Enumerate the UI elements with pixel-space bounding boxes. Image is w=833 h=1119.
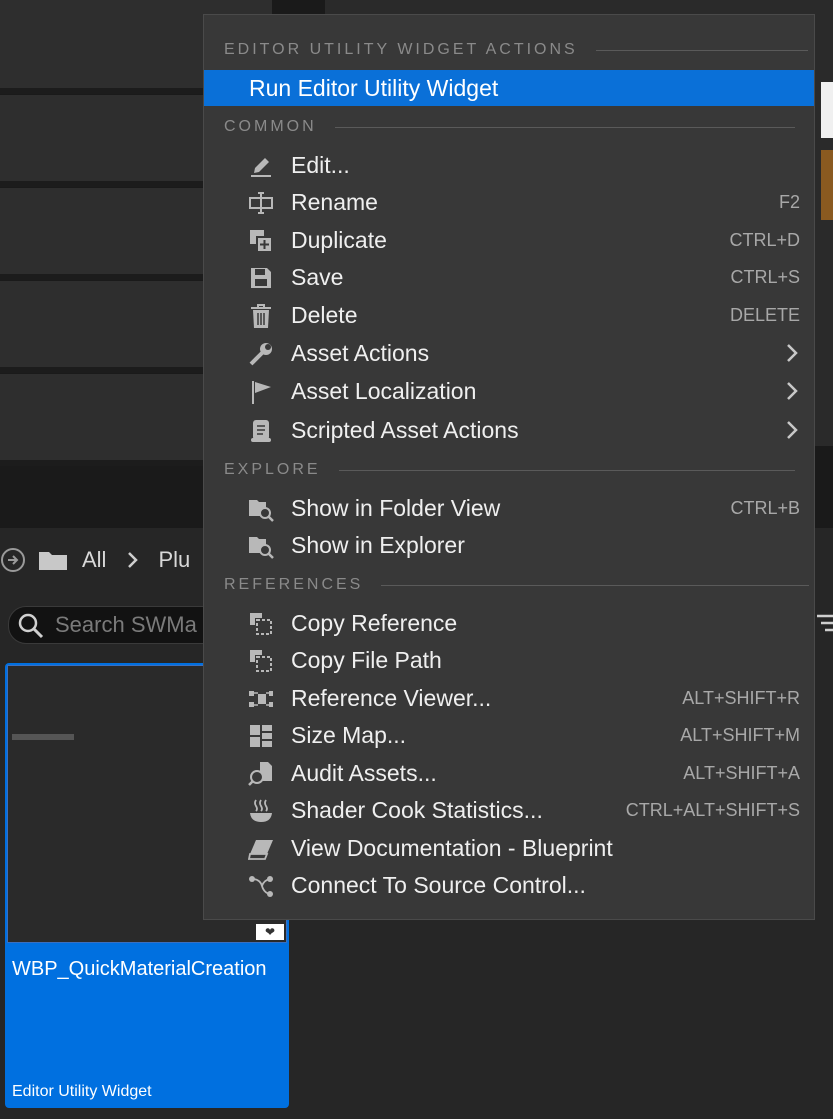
menu-item-shortcut: CTRL+S bbox=[730, 266, 800, 287]
menu-item-copy-file-path[interactable]: Copy File Path bbox=[204, 642, 814, 678]
menu-item-connect-source-control[interactable]: Connect To Source Control... bbox=[204, 867, 814, 903]
breadcrumb-all[interactable]: All bbox=[82, 547, 106, 573]
section-header-references: REFERENCES bbox=[224, 576, 810, 594]
breadcrumb-next[interactable]: Plu bbox=[158, 547, 190, 573]
menu-item-shortcut: CTRL+ALT+SHIFT+S bbox=[625, 799, 800, 820]
section-label: EXPLORE bbox=[224, 461, 321, 478]
menu-item-label: Edit... bbox=[291, 151, 350, 178]
chevron-right-icon[interactable] bbox=[126, 551, 140, 569]
search-icon bbox=[18, 613, 44, 639]
divider bbox=[338, 469, 795, 471]
copy-path-icon bbox=[248, 648, 274, 674]
menu-item-shortcut: CTRL+D bbox=[729, 229, 800, 250]
save-icon bbox=[248, 265, 274, 291]
chevron-right-icon bbox=[787, 344, 798, 362]
source-control-icon bbox=[248, 873, 274, 899]
menu-item-rename[interactable]: Rename F2 bbox=[204, 184, 814, 220]
folder-icon bbox=[39, 552, 67, 570]
menu-item-label: Save bbox=[291, 263, 344, 290]
menu-item-label: View Documentation - Blueprint bbox=[291, 834, 613, 861]
menu-item-label: Run Editor Utility Widget bbox=[249, 74, 499, 101]
asset-type: Editor Utility Widget bbox=[12, 1083, 152, 1100]
asset-name: WBP_QuickMaterialCreation bbox=[12, 958, 267, 980]
menu-item-duplicate[interactable]: Duplicate CTRL+D bbox=[204, 222, 814, 258]
menu-item-edit[interactable]: Edit... bbox=[204, 147, 814, 183]
menu-item-shortcut: CTRL+B bbox=[730, 497, 800, 518]
menu-item-label: Connect To Source Control... bbox=[291, 871, 586, 898]
menu-item-reference-viewer[interactable]: Reference Viewer... ALT+SHIFT+R bbox=[204, 680, 814, 716]
menu-item-label: Copy Reference bbox=[291, 609, 458, 636]
menu-item-label: Audit Assets... bbox=[291, 759, 437, 786]
menu-item-asset-actions[interactable]: Asset Actions bbox=[204, 335, 814, 371]
menu-item-view-documentation[interactable]: View Documentation - Blueprint bbox=[204, 830, 814, 866]
viewport-detail bbox=[821, 150, 833, 220]
divider bbox=[381, 584, 810, 586]
wrench-icon bbox=[248, 341, 274, 367]
menu-item-label: Delete bbox=[291, 301, 358, 328]
reference-viewer-icon bbox=[248, 686, 274, 712]
menu-item-run-editor-utility-widget[interactable]: Run Editor Utility Widget bbox=[204, 70, 814, 106]
menu-item-shortcut: F2 bbox=[778, 191, 800, 212]
section-label: REFERENCES bbox=[224, 576, 364, 593]
menu-item-scripted-asset-actions[interactable]: Scripted Asset Actions bbox=[204, 412, 814, 448]
copy-reference-icon bbox=[248, 611, 274, 637]
section-header-widget-actions: EDITOR UTILITY WIDGET ACTIONS bbox=[224, 41, 808, 59]
menu-item-copy-reference[interactable]: Copy Reference bbox=[204, 605, 814, 641]
menu-item-save[interactable]: Save CTRL+S bbox=[204, 259, 814, 295]
context-menu: EDITOR UTILITY WIDGET ACTIONS Run Editor… bbox=[203, 14, 815, 920]
history-arrow-icon[interactable] bbox=[0, 547, 26, 573]
chevron-right-icon bbox=[787, 421, 798, 439]
trash-icon bbox=[248, 303, 274, 329]
menu-item-shader-cook-statistics[interactable]: Shader Cook Statistics... CTRL+ALT+SHIFT… bbox=[204, 792, 814, 828]
menu-item-label: Asset Localization bbox=[291, 377, 477, 404]
thumbnail-preview bbox=[12, 734, 74, 740]
menu-item-label: Show in Explorer bbox=[291, 531, 465, 558]
menu-item-audit-assets[interactable]: Audit Assets... ALT+SHIFT+A bbox=[204, 755, 814, 791]
favorite-icon[interactable]: ❤ bbox=[256, 924, 284, 940]
divider bbox=[595, 49, 808, 51]
scroll-icon bbox=[248, 418, 274, 444]
menu-item-shortcut: ALT+SHIFT+M bbox=[680, 724, 800, 745]
menu-item-size-map[interactable]: Size Map... ALT+SHIFT+M bbox=[204, 717, 814, 753]
menu-item-shortcut: DELETE bbox=[729, 304, 800, 325]
duplicate-icon bbox=[248, 228, 274, 254]
menu-item-label: Reference Viewer... bbox=[291, 684, 492, 711]
menu-item-label: Scripted Asset Actions bbox=[291, 416, 519, 443]
menu-item-label: Show in Folder View bbox=[291, 494, 501, 521]
size-map-icon bbox=[248, 723, 274, 749]
viewport-highlight bbox=[821, 82, 833, 138]
section-label: EDITOR UTILITY WIDGET ACTIONS bbox=[224, 41, 578, 58]
filter-icon[interactable] bbox=[815, 612, 833, 636]
menu-item-label: Size Map... bbox=[291, 721, 407, 748]
menu-item-shortcut: ALT+SHIFT+A bbox=[683, 762, 800, 783]
divider bbox=[334, 126, 795, 128]
menu-item-delete[interactable]: Delete DELETE bbox=[204, 297, 814, 333]
section-header-common: COMMON bbox=[224, 118, 795, 136]
menu-item-asset-localization[interactable]: Asset Localization bbox=[204, 373, 814, 409]
chevron-right-icon bbox=[787, 382, 798, 400]
shader-stats-icon bbox=[248, 798, 274, 824]
flag-icon bbox=[248, 379, 274, 405]
documentation-icon bbox=[248, 836, 274, 862]
section-header-explore: EXPLORE bbox=[224, 461, 795, 479]
pencil-icon bbox=[248, 153, 274, 179]
audit-icon bbox=[248, 761, 274, 787]
rename-icon bbox=[248, 190, 274, 216]
breadcrumb: All Plu bbox=[0, 540, 190, 580]
menu-item-label: Duplicate bbox=[291, 226, 387, 253]
menu-item-label: Rename bbox=[291, 188, 378, 215]
menu-item-shortcut: ALT+SHIFT+R bbox=[682, 687, 800, 708]
menu-item-show-in-explorer[interactable]: Show in Explorer bbox=[204, 527, 814, 563]
menu-item-label: Copy File Path bbox=[291, 646, 442, 673]
folder-search-icon bbox=[248, 496, 274, 522]
menu-item-show-in-folder-view[interactable]: Show in Folder View CTRL+B bbox=[204, 490, 814, 526]
folder-search-icon bbox=[248, 533, 274, 559]
menu-item-label: Asset Actions bbox=[291, 339, 430, 366]
menu-item-label: Shader Cook Statistics... bbox=[291, 796, 543, 823]
section-label: COMMON bbox=[224, 118, 317, 135]
